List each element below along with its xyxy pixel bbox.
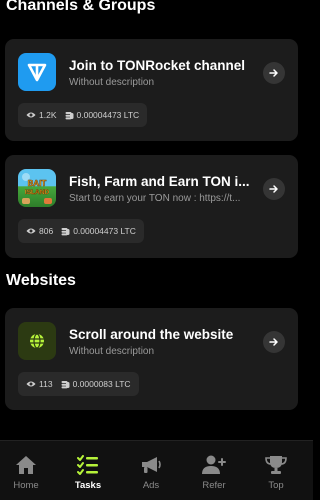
task-stats: 113 0.0000083 LTC: [18, 372, 139, 396]
task-description: Without description: [69, 346, 155, 357]
coins-icon: [65, 111, 73, 119]
task-stats: 1.2K 0.00004473 LTC: [18, 103, 148, 127]
open-task-button[interactable]: [263, 178, 285, 200]
open-task-button[interactable]: [263, 331, 285, 353]
nav-ads-label: Ads: [142, 480, 160, 491]
coins-icon: [61, 227, 70, 235]
views-count: 1.2K: [39, 110, 57, 120]
globe-icon: [18, 322, 56, 360]
nav-top[interactable]: Top: [251, 455, 301, 491]
section-title-websites: Websites: [6, 272, 76, 289]
nav-tasks-label: Tasks: [74, 480, 102, 491]
reward-amount: 0.00004473 LTC: [76, 110, 140, 120]
tasks-icon: [77, 455, 98, 475]
eye-icon: [26, 228, 36, 234]
task-card[interactable]: BAIT ISLAND Fish, Farm and Earn TON i...…: [5, 155, 298, 258]
task-title: Fish, Farm and Earn TON i...: [69, 174, 250, 189]
task-description: Start to earn your TON now : https://t..…: [69, 193, 241, 204]
megaphone-icon: [142, 457, 161, 473]
nav-refer[interactable]: Refer: [189, 455, 239, 491]
task-card[interactable]: Scroll around the website Without descri…: [5, 308, 298, 410]
add-user-icon: [202, 455, 226, 474]
eye-icon: [26, 112, 36, 118]
reward-amount: 0.00004473 LTC: [73, 226, 136, 236]
nav-home-label: Home: [13, 480, 39, 491]
bottom-navigation: Home Tasks Ads Refer Top: [0, 440, 313, 500]
eye-icon: [26, 381, 36, 387]
open-task-button[interactable]: [263, 62, 285, 84]
trophy-icon: [265, 456, 287, 474]
reward-amount: 0.0000083 LTC: [72, 379, 131, 389]
game-thumbnail-icon: BAIT ISLAND: [18, 169, 56, 207]
nav-refer-label: Refer: [202, 480, 226, 491]
ton-logo-icon: [18, 53, 56, 91]
views-count: 806: [39, 226, 54, 236]
nav-tasks[interactable]: Tasks: [63, 455, 113, 491]
nav-top-label: Top: [268, 480, 284, 491]
coins-icon: [61, 380, 70, 388]
views-count: 113: [39, 379, 53, 389]
nav-ads[interactable]: Ads: [126, 455, 176, 491]
arrow-right-icon: [269, 185, 278, 193]
home-icon: [16, 456, 36, 474]
task-description: Without description: [69, 77, 155, 88]
thumb-text-bait: BAIT: [28, 179, 47, 188]
task-card[interactable]: Join to TONRocket channel Without descri…: [5, 39, 298, 141]
thumb-text-island: ISLAND: [25, 189, 50, 196]
task-stats: 806 0.00004473 LTC: [18, 219, 144, 243]
arrow-right-icon: [269, 338, 278, 346]
section-title-channels: Channels & Groups: [6, 0, 156, 14]
arrow-right-icon: [269, 69, 278, 77]
task-title: Scroll around the website: [69, 327, 234, 342]
nav-home[interactable]: Home: [1, 455, 51, 491]
task-title: Join to TONRocket channel: [69, 58, 246, 73]
